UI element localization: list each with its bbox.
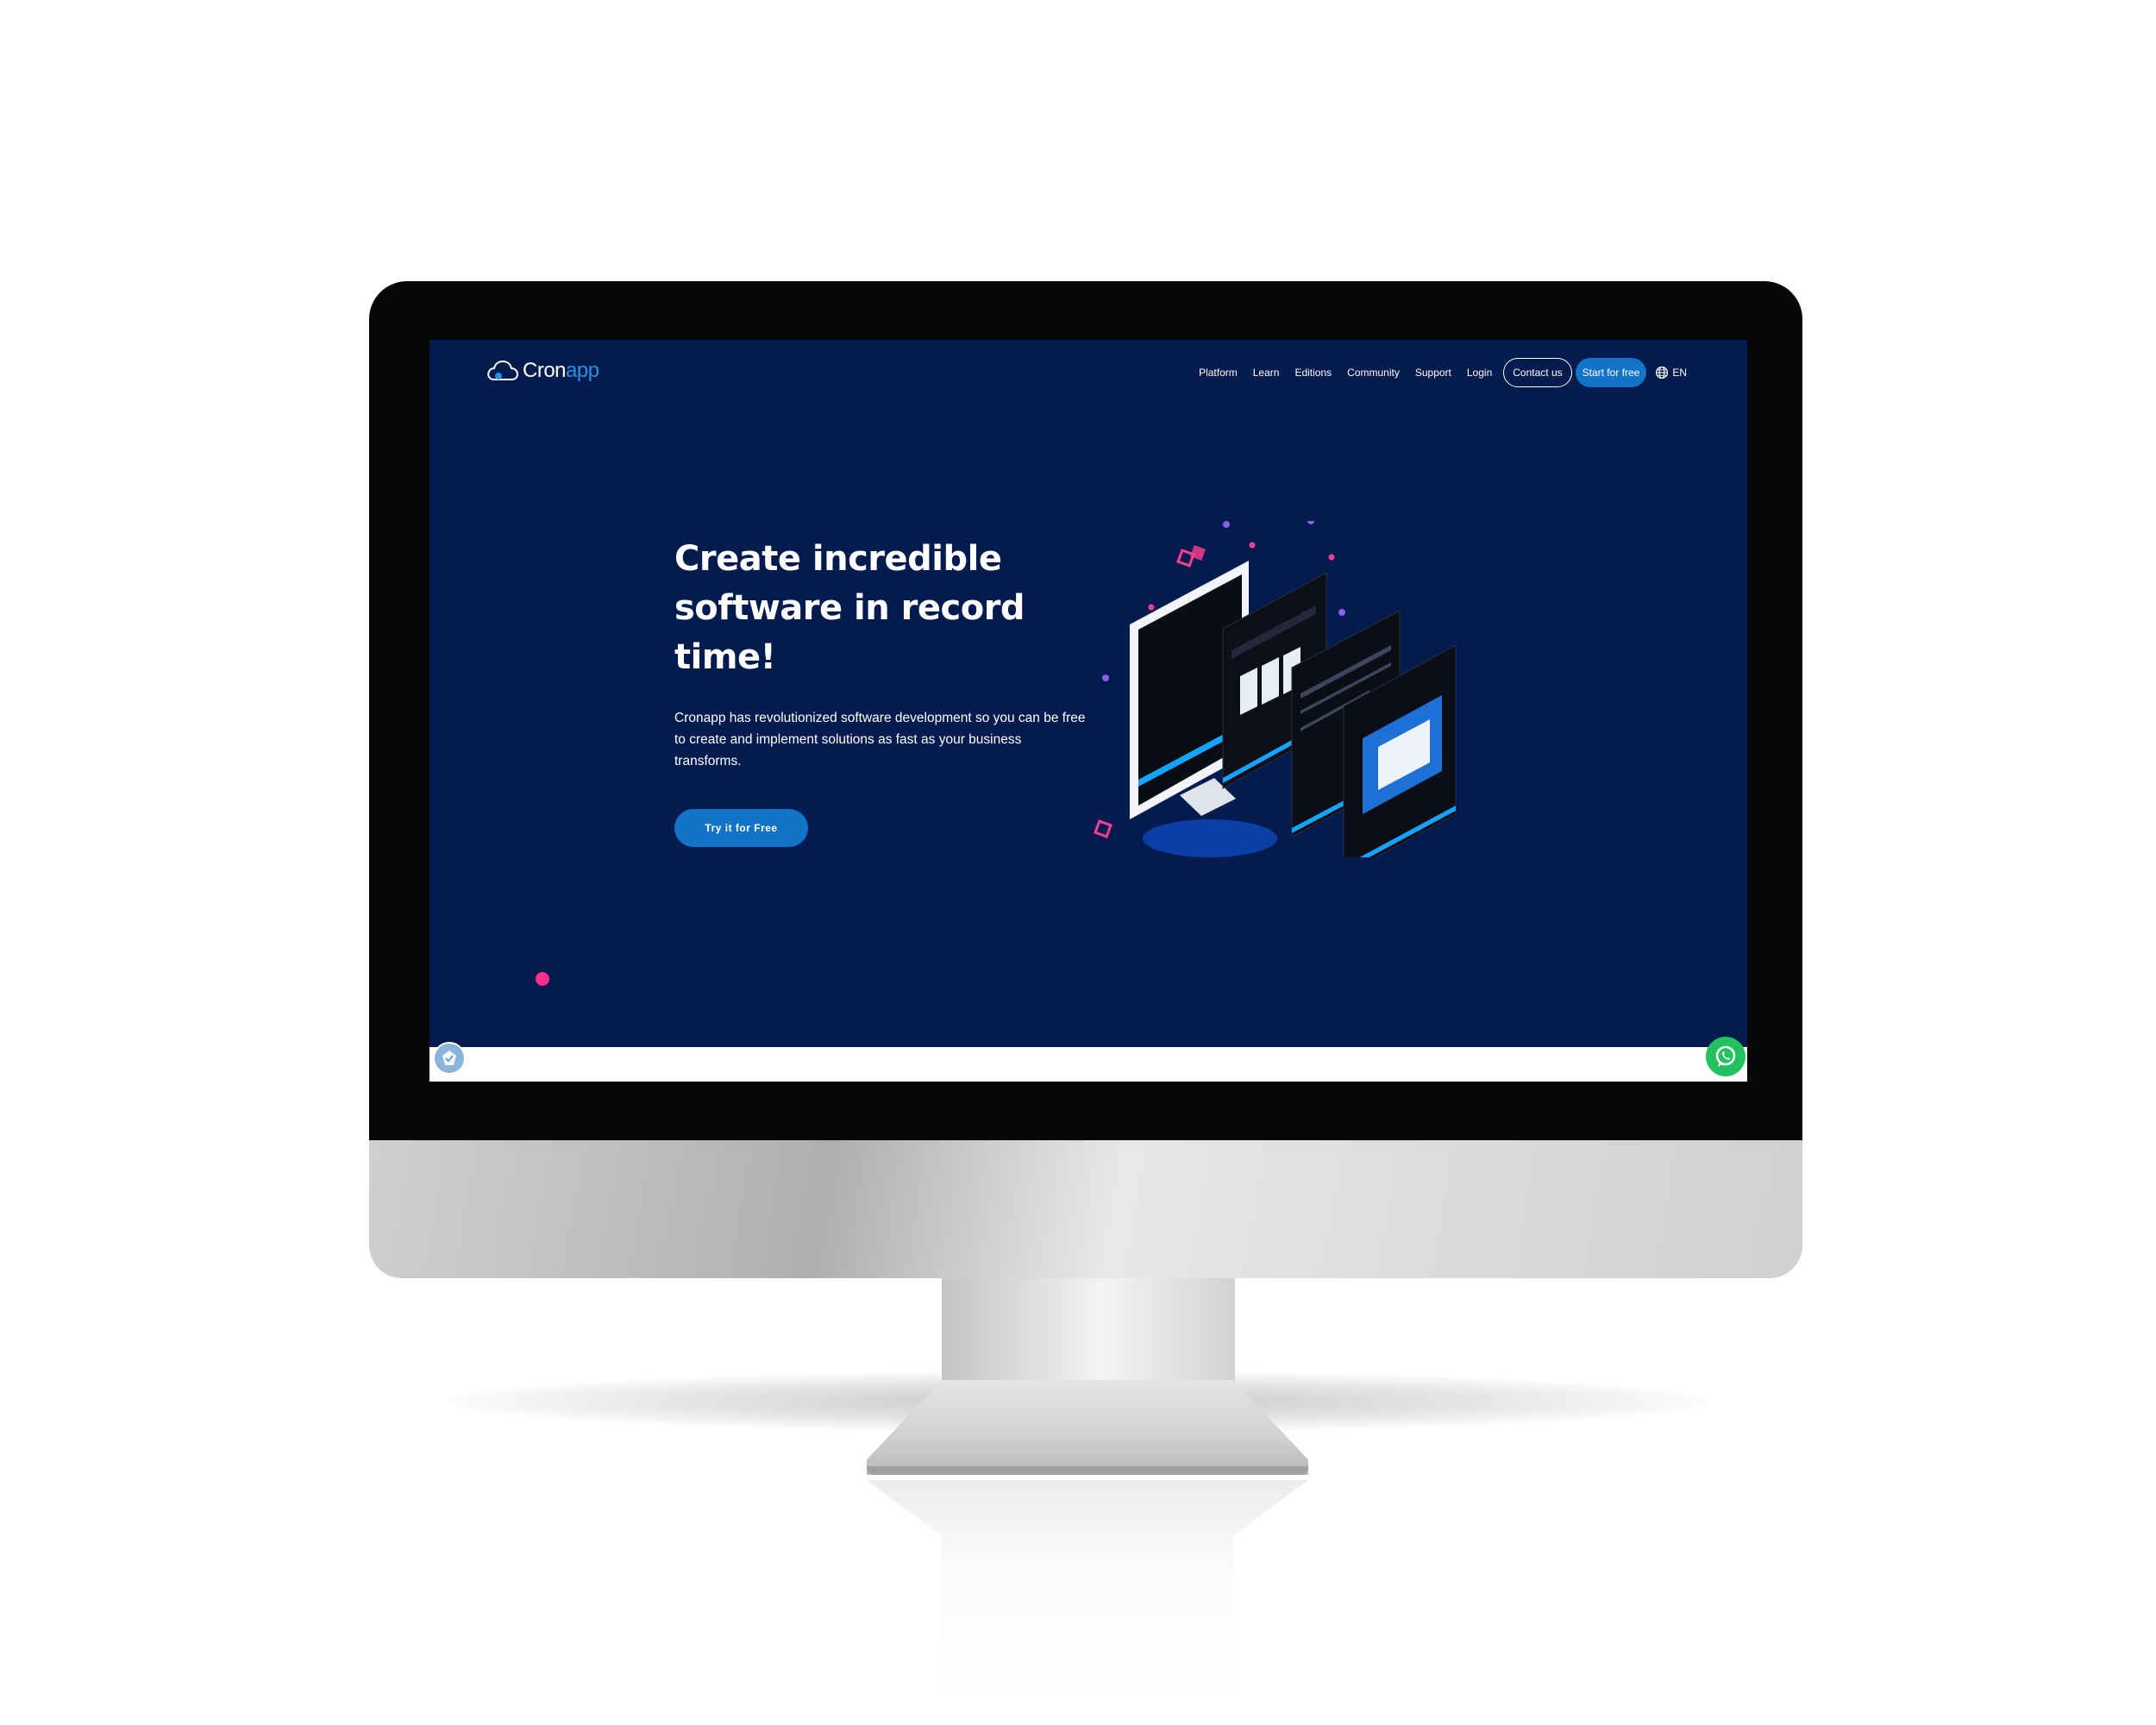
nav-item-support[interactable]: Support bbox=[1407, 367, 1459, 379]
hero-illustration bbox=[1094, 521, 1457, 857]
decorative-dot bbox=[536, 972, 549, 986]
nav-item-editions[interactable]: Editions bbox=[1287, 367, 1339, 379]
whatsapp-icon bbox=[1715, 1045, 1736, 1067]
cloud-logo-icon bbox=[487, 360, 519, 380]
language-label: EN bbox=[1672, 367, 1687, 379]
hero-subtitle: Cronapp has revolutionized software deve… bbox=[674, 711, 1086, 768]
stand-reflection bbox=[867, 1480, 1308, 1704]
monitor-chin bbox=[369, 1140, 1802, 1278]
try-it-for-free-button[interactable]: Try it for Free bbox=[674, 809, 808, 847]
top-navigation: Platform Learn Editions Community Suppor… bbox=[1191, 357, 1687, 388]
monitor-base bbox=[867, 1380, 1308, 1475]
nav-item-login[interactable]: Login bbox=[1459, 367, 1500, 379]
mockup-stage: Cronapp Platform Learn Editions Communit… bbox=[0, 0, 2156, 1725]
whatsapp-chat-button[interactable] bbox=[1706, 1037, 1745, 1076]
nav-item-platform[interactable]: Platform bbox=[1191, 367, 1245, 379]
nav-item-community[interactable]: Community bbox=[1339, 367, 1407, 379]
accessibility-widget[interactable] bbox=[433, 1042, 466, 1075]
contact-us-button[interactable]: Contact us bbox=[1503, 358, 1572, 387]
monitor-base-edge bbox=[867, 1466, 1308, 1475]
start-for-free-button[interactable]: Start for free bbox=[1575, 358, 1647, 387]
hero-title: Create incredible software in record tim… bbox=[674, 539, 1025, 677]
hero-section: Cronapp Platform Learn Editions Communit… bbox=[429, 340, 1747, 1047]
globe-icon bbox=[1656, 366, 1669, 380]
language-selector[interactable]: EN bbox=[1655, 366, 1687, 380]
monitor-screen: Cronapp Platform Learn Editions Communit… bbox=[429, 340, 1747, 1082]
site-logo[interactable]: Cronapp bbox=[486, 354, 599, 388]
logo-text-primary: Cron bbox=[523, 359, 567, 382]
nav-item-learn[interactable]: Learn bbox=[1245, 367, 1288, 379]
logo-text-accent: app bbox=[566, 359, 599, 382]
badge-check-icon bbox=[442, 1051, 456, 1065]
